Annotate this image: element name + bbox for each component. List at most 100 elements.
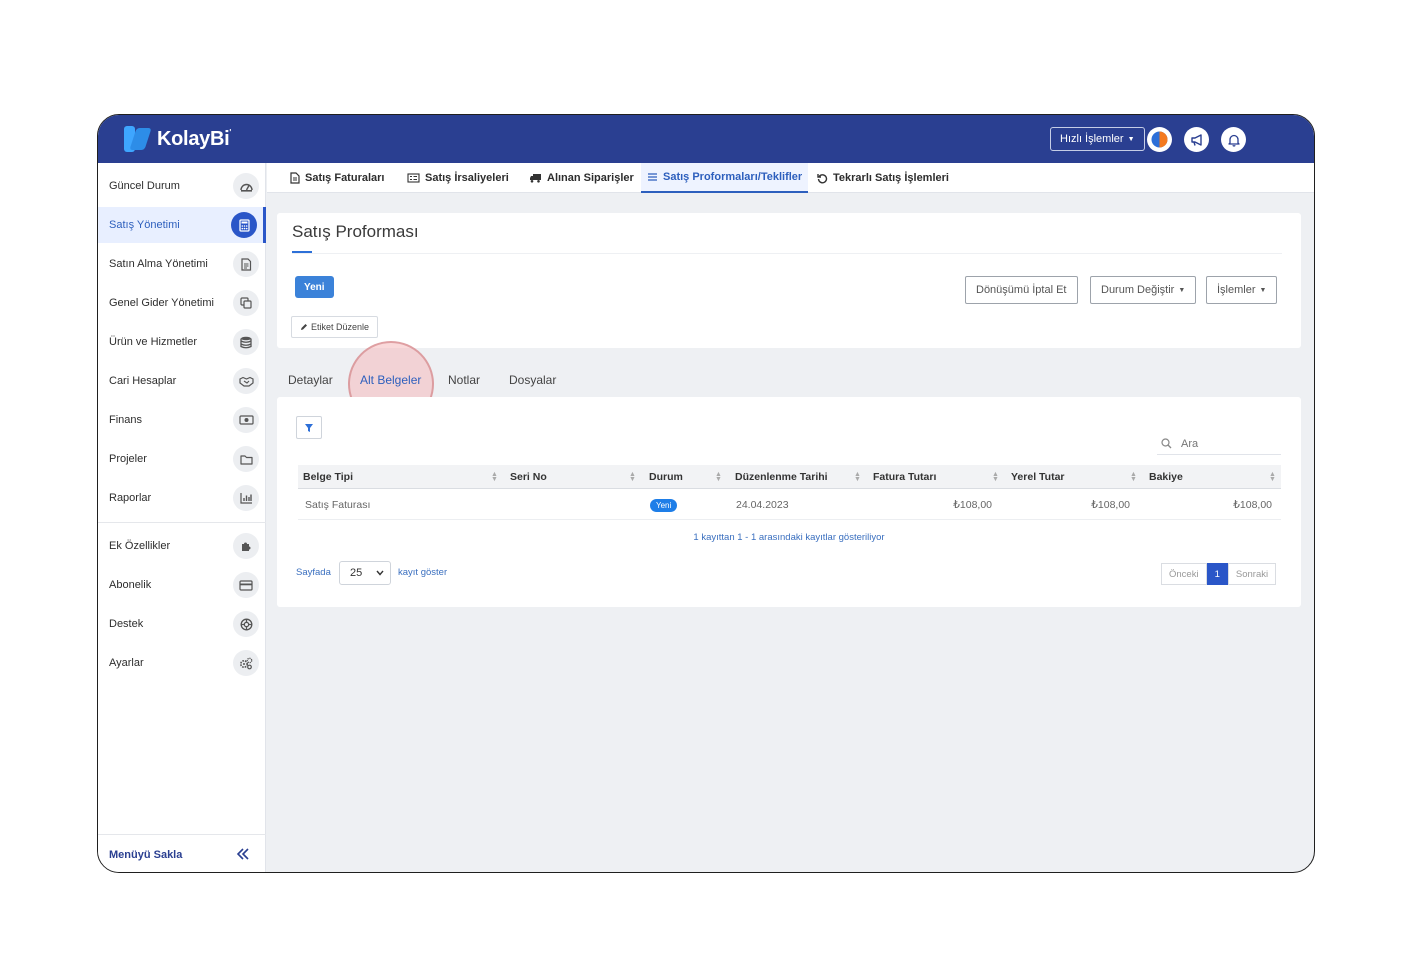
- column-header-belge-tipi[interactable]: Belge Tipi: [303, 465, 353, 489]
- page-1-button[interactable]: 1: [1206, 563, 1228, 585]
- sort-icon[interactable]: ▲ ▼: [854, 471, 861, 483]
- caret-down-icon: ▼: [1259, 286, 1267, 294]
- tab-label: Alınan Siparişler: [547, 172, 634, 184]
- cancel-conversion-button[interactable]: Dönüşümü İptal Et: [965, 276, 1078, 304]
- caret-down-icon: ▼: [1178, 286, 1186, 294]
- table-row[interactable]: Satış Faturası Yeni 24.04.2023 ₺108,00 ₺…: [298, 490, 1281, 520]
- lifebuoy-icon: [233, 611, 259, 637]
- truck-icon: [530, 174, 541, 183]
- pencil-icon: [301, 324, 307, 330]
- cell-durum: Yeni: [650, 490, 678, 520]
- sort-icon[interactable]: ▲ ▼: [992, 471, 999, 483]
- filter-button[interactable]: [296, 416, 322, 439]
- column-header-yerel-tutar[interactable]: Yerel Tutar: [1011, 465, 1065, 489]
- sidebar-item-guncel-durum[interactable]: Güncel Durum: [98, 168, 266, 204]
- proforma-header-card: Satış Proforması Yeni Etiket Düzenle Dön…: [277, 213, 1301, 348]
- sidebar-item-satin-alma-yonetimi[interactable]: Satın Alma Yönetimi: [98, 246, 266, 282]
- search-icon: [1161, 438, 1172, 449]
- megaphone-icon: [1190, 133, 1202, 146]
- sort-icon[interactable]: ▲ ▼: [629, 471, 636, 483]
- sidebar-item-ayarlar[interactable]: Ayarlar: [98, 645, 266, 681]
- column-header-duzenlenme-tarihi[interactable]: Düzenlenme Tarihi: [735, 465, 828, 489]
- announcements-button[interactable]: [1184, 127, 1209, 152]
- column-header-fatura-tutari[interactable]: Fatura Tutarı: [873, 465, 936, 489]
- filter-icon: [305, 423, 313, 432]
- sidebar-item-satis-yonetimi[interactable]: Satış Yönetimi: [98, 207, 266, 243]
- quick-actions-label: Hızlı İşlemler: [1060, 133, 1124, 145]
- sidebar-item-abonelik[interactable]: Abonelik: [98, 567, 266, 603]
- tab-detaylar[interactable]: Detaylar: [288, 373, 333, 387]
- edit-tag-label: Etiket Düzenle: [311, 322, 370, 332]
- cell-bakiye: ₺108,00: [1233, 499, 1272, 511]
- sidebar-item-label: Güncel Durum: [109, 180, 180, 192]
- calculator-icon: [231, 212, 257, 238]
- tab-notlar[interactable]: Notlar: [448, 373, 480, 387]
- sidebar-item-projeler[interactable]: Projeler: [98, 441, 266, 477]
- collapse-menu-label: Menüyü Sakla: [109, 848, 183, 861]
- quick-actions-button[interactable]: Hızlı İşlemler ▼: [1050, 127, 1145, 151]
- handshake-icon: [233, 368, 259, 394]
- sort-icon[interactable]: ▲ ▼: [715, 471, 722, 483]
- collapse-menu-button[interactable]: Menüyü Sakla: [98, 834, 266, 872]
- sidebar-item-label: Genel Gider Yönetimi: [109, 297, 214, 309]
- top-bar: KolayBi' Hızlı İşlemler ▼: [98, 115, 1314, 163]
- change-status-button[interactable]: Durum Değiştir ▼: [1090, 276, 1197, 304]
- page-size-select[interactable]: 25: [339, 561, 391, 585]
- actions-button[interactable]: İşlemler ▼: [1206, 276, 1278, 304]
- sidebar-item-label: Finans: [109, 414, 143, 426]
- file-icon: [290, 172, 300, 184]
- title-underline: [292, 251, 312, 253]
- tab-alt-belgeler[interactable]: Alt Belgeler: [360, 373, 421, 387]
- pagination: Önceki 1 Sonraki: [1161, 563, 1277, 585]
- sub-documents-card: Belge Tipi ▲▼ Seri No ▲▼ Durum ▲▼ Düzenl…: [277, 397, 1301, 607]
- page-size-suffix: kayıt göster: [398, 567, 448, 578]
- search-input[interactable]: [1181, 437, 1271, 450]
- page-title: Satış Proforması: [292, 222, 419, 241]
- caret-down-icon: ▼: [1127, 135, 1135, 143]
- column-header-seri-no[interactable]: Seri No: [510, 465, 547, 489]
- gears-icon: [233, 650, 259, 676]
- sidebar-item-ek-ozellikler[interactable]: Ek Özellikler: [98, 528, 266, 564]
- double-chevron-left-icon: [236, 848, 249, 860]
- sidebar-item-genel-gider-yonetimi[interactable]: Genel Gider Yönetimi: [98, 285, 266, 321]
- sidebar-item-destek[interactable]: Destek: [98, 606, 266, 642]
- sort-icon[interactable]: ▲ ▼: [1269, 471, 1276, 483]
- status-badge: Yeni: [650, 498, 678, 512]
- new-button[interactable]: Yeni: [295, 276, 334, 298]
- folder-icon: [233, 446, 259, 472]
- notifications-button[interactable]: [1221, 127, 1246, 152]
- change-status-label: Durum Değiştir: [1101, 284, 1175, 296]
- sort-icon[interactable]: ▲ ▼: [491, 471, 498, 483]
- tab-label: Satış İrsaliyeleri: [425, 172, 509, 184]
- sidebar-item-raporlar[interactable]: Raporlar: [98, 480, 266, 516]
- sidebar-item-label: Raporlar: [109, 492, 152, 504]
- column-header-bakiye[interactable]: Bakiye: [1149, 465, 1183, 489]
- tab-dosyalar[interactable]: Dosyalar: [509, 373, 556, 387]
- app-window: KolayBi' Hızlı İşlemler ▼ Güncel Durum S…: [97, 114, 1315, 873]
- sidebar-item-label: Satın Alma Yönetimi: [109, 258, 208, 270]
- sidebar-item-label: Projeler: [109, 453, 147, 465]
- column-header-durum[interactable]: Durum: [649, 465, 683, 489]
- sidebar-item-finans[interactable]: Finans: [98, 402, 266, 438]
- sort-icon[interactable]: ▲ ▼: [1130, 471, 1137, 483]
- tab-tekrarli-satis-islemleri[interactable]: Tekrarlı Satış İşlemleri: [817, 163, 949, 193]
- tab-satis-faturalari[interactable]: Satış Faturaları: [290, 163, 384, 193]
- prev-page-button[interactable]: Önceki: [1161, 563, 1207, 585]
- sidebar-item-label: Abonelik: [109, 579, 152, 591]
- company-avatar[interactable]: [1147, 127, 1172, 152]
- company-logo-icon: [1151, 131, 1168, 148]
- sales-tabs-bar: Satış Faturaları Satış İrsaliyeleri Alın…: [267, 163, 1314, 193]
- tab-satis-irsaliyeleri[interactable]: Satış İrsaliyeleri: [407, 163, 509, 193]
- bell-icon: [1227, 134, 1240, 147]
- tab-satis-proformalari[interactable]: Satış Proformaları/Teklifler: [641, 163, 809, 193]
- sidebar-item-urun-ve-hizmetler[interactable]: Ürün ve Hizmetler: [98, 324, 266, 360]
- credit-card-icon: [233, 572, 259, 598]
- brand-name: KolayBi': [157, 127, 231, 150]
- next-page-button[interactable]: Sonraki: [1227, 563, 1277, 585]
- brand-logo[interactable]: KolayBi': [124, 126, 231, 152]
- cell-duzenlenme-tarihi: 24.04.2023: [736, 499, 789, 511]
- edit-tag-button[interactable]: Etiket Düzenle: [291, 316, 379, 338]
- tab-alinan-siparisler[interactable]: Alınan Siparişler: [529, 163, 634, 193]
- sidebar-item-cari-hesaplar[interactable]: Cari Hesaplar: [98, 363, 266, 399]
- sidebar-item-label: Satış Yönetimi: [109, 219, 180, 231]
